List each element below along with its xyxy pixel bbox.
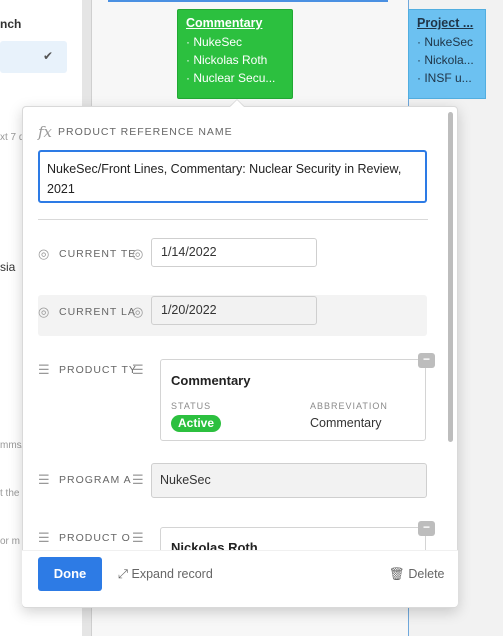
current-te-field[interactable]: 1/14/2022 bbox=[151, 238, 317, 267]
left-pane-text: or m bbox=[0, 536, 20, 547]
remove-record-button[interactable]: − bbox=[418, 521, 435, 536]
card-item: · NukeSec bbox=[417, 35, 474, 49]
popup-caret-inner bbox=[230, 100, 244, 107]
lookup-icon: ☰ bbox=[132, 362, 144, 377]
formula-icon: fx bbox=[38, 123, 53, 141]
left-pane-selected-row[interactable] bbox=[0, 41, 67, 73]
abbreviation-label: ABBREVIATION bbox=[310, 401, 388, 411]
reference-name-field[interactable]: NukeSec/Front Lines, Commentary: Nuclear… bbox=[38, 150, 427, 203]
spiral-icon: ◎ bbox=[132, 246, 144, 261]
card-item: · Nuclear Secu... bbox=[186, 71, 276, 85]
delete-label: Delete bbox=[408, 567, 445, 581]
lookup-icon: ☰ bbox=[38, 362, 50, 377]
expand-record-label: Expand record bbox=[131, 567, 213, 581]
program-area-field[interactable]: NukeSec bbox=[151, 463, 427, 498]
left-pane-text: t the bbox=[0, 488, 20, 499]
left-pane-text: sia bbox=[0, 260, 16, 274]
kanban-card-commentary[interactable]: Commentary · NukeSec · Nickolas Roth · N… bbox=[177, 9, 293, 99]
kanban-card-project[interactable]: Project ... · NukeSec · Nickola... · INS… bbox=[408, 9, 486, 99]
card-title[interactable]: Project ... bbox=[417, 16, 477, 30]
card-item: · INSF u... bbox=[417, 71, 472, 85]
abbreviation-value: Commentary bbox=[310, 416, 382, 430]
trash-icon: 🗑 bbox=[389, 567, 405, 581]
lookup-icon: ☰ bbox=[132, 530, 144, 545]
current-la-field[interactable]: 1/20/2022 bbox=[151, 296, 317, 325]
left-pane-text: nch bbox=[0, 17, 22, 31]
field-label-product-type: PRODUCT TY bbox=[59, 364, 137, 376]
status-badge: Active bbox=[171, 415, 222, 432]
field-label-current-la: CURRENT LA bbox=[59, 306, 136, 318]
popup-scrollbar[interactable] bbox=[448, 112, 453, 442]
spiral-icon: ◎ bbox=[132, 304, 144, 319]
expand-icon: ⤢ bbox=[118, 567, 129, 581]
record-title: Commentary bbox=[171, 373, 251, 388]
group-header-line bbox=[108, 0, 388, 2]
card-item: · NukeSec bbox=[186, 35, 243, 49]
lookup-icon: ☰ bbox=[132, 472, 144, 487]
card-item: · Nickolas Roth bbox=[186, 53, 268, 67]
spiral-icon: ◎ bbox=[38, 304, 50, 319]
card-title[interactable]: Commentary bbox=[186, 16, 284, 30]
field-label-reference: PRODUCT REFERENCE NAME bbox=[58, 126, 233, 138]
section-divider bbox=[38, 219, 428, 220]
delete-link[interactable]: 🗑 Delete bbox=[389, 567, 445, 582]
field-label-current-te: CURRENT TE bbox=[59, 248, 137, 260]
lookup-icon: ☰ bbox=[38, 530, 50, 545]
check-icon: ✔ bbox=[43, 49, 54, 63]
lookup-icon: ☰ bbox=[38, 472, 50, 487]
expand-record-link[interactable]: ⤢ Expand record bbox=[118, 567, 213, 582]
product-type-record-card[interactable]: Commentary STATUS ABBREVIATION Active Co… bbox=[160, 359, 426, 441]
card-item: · Nickola... bbox=[417, 53, 474, 67]
left-pane-text: mms/ bbox=[0, 440, 25, 451]
spiral-icon: ◎ bbox=[38, 246, 50, 261]
left-pane-text: xt 7 d bbox=[0, 132, 25, 143]
field-label-product-owner: PRODUCT O bbox=[59, 532, 131, 544]
field-label-program-area: PROGRAM A bbox=[59, 474, 132, 486]
status-label: STATUS bbox=[171, 401, 212, 411]
remove-record-button[interactable]: − bbox=[418, 353, 435, 368]
done-button[interactable]: Done bbox=[38, 557, 102, 591]
